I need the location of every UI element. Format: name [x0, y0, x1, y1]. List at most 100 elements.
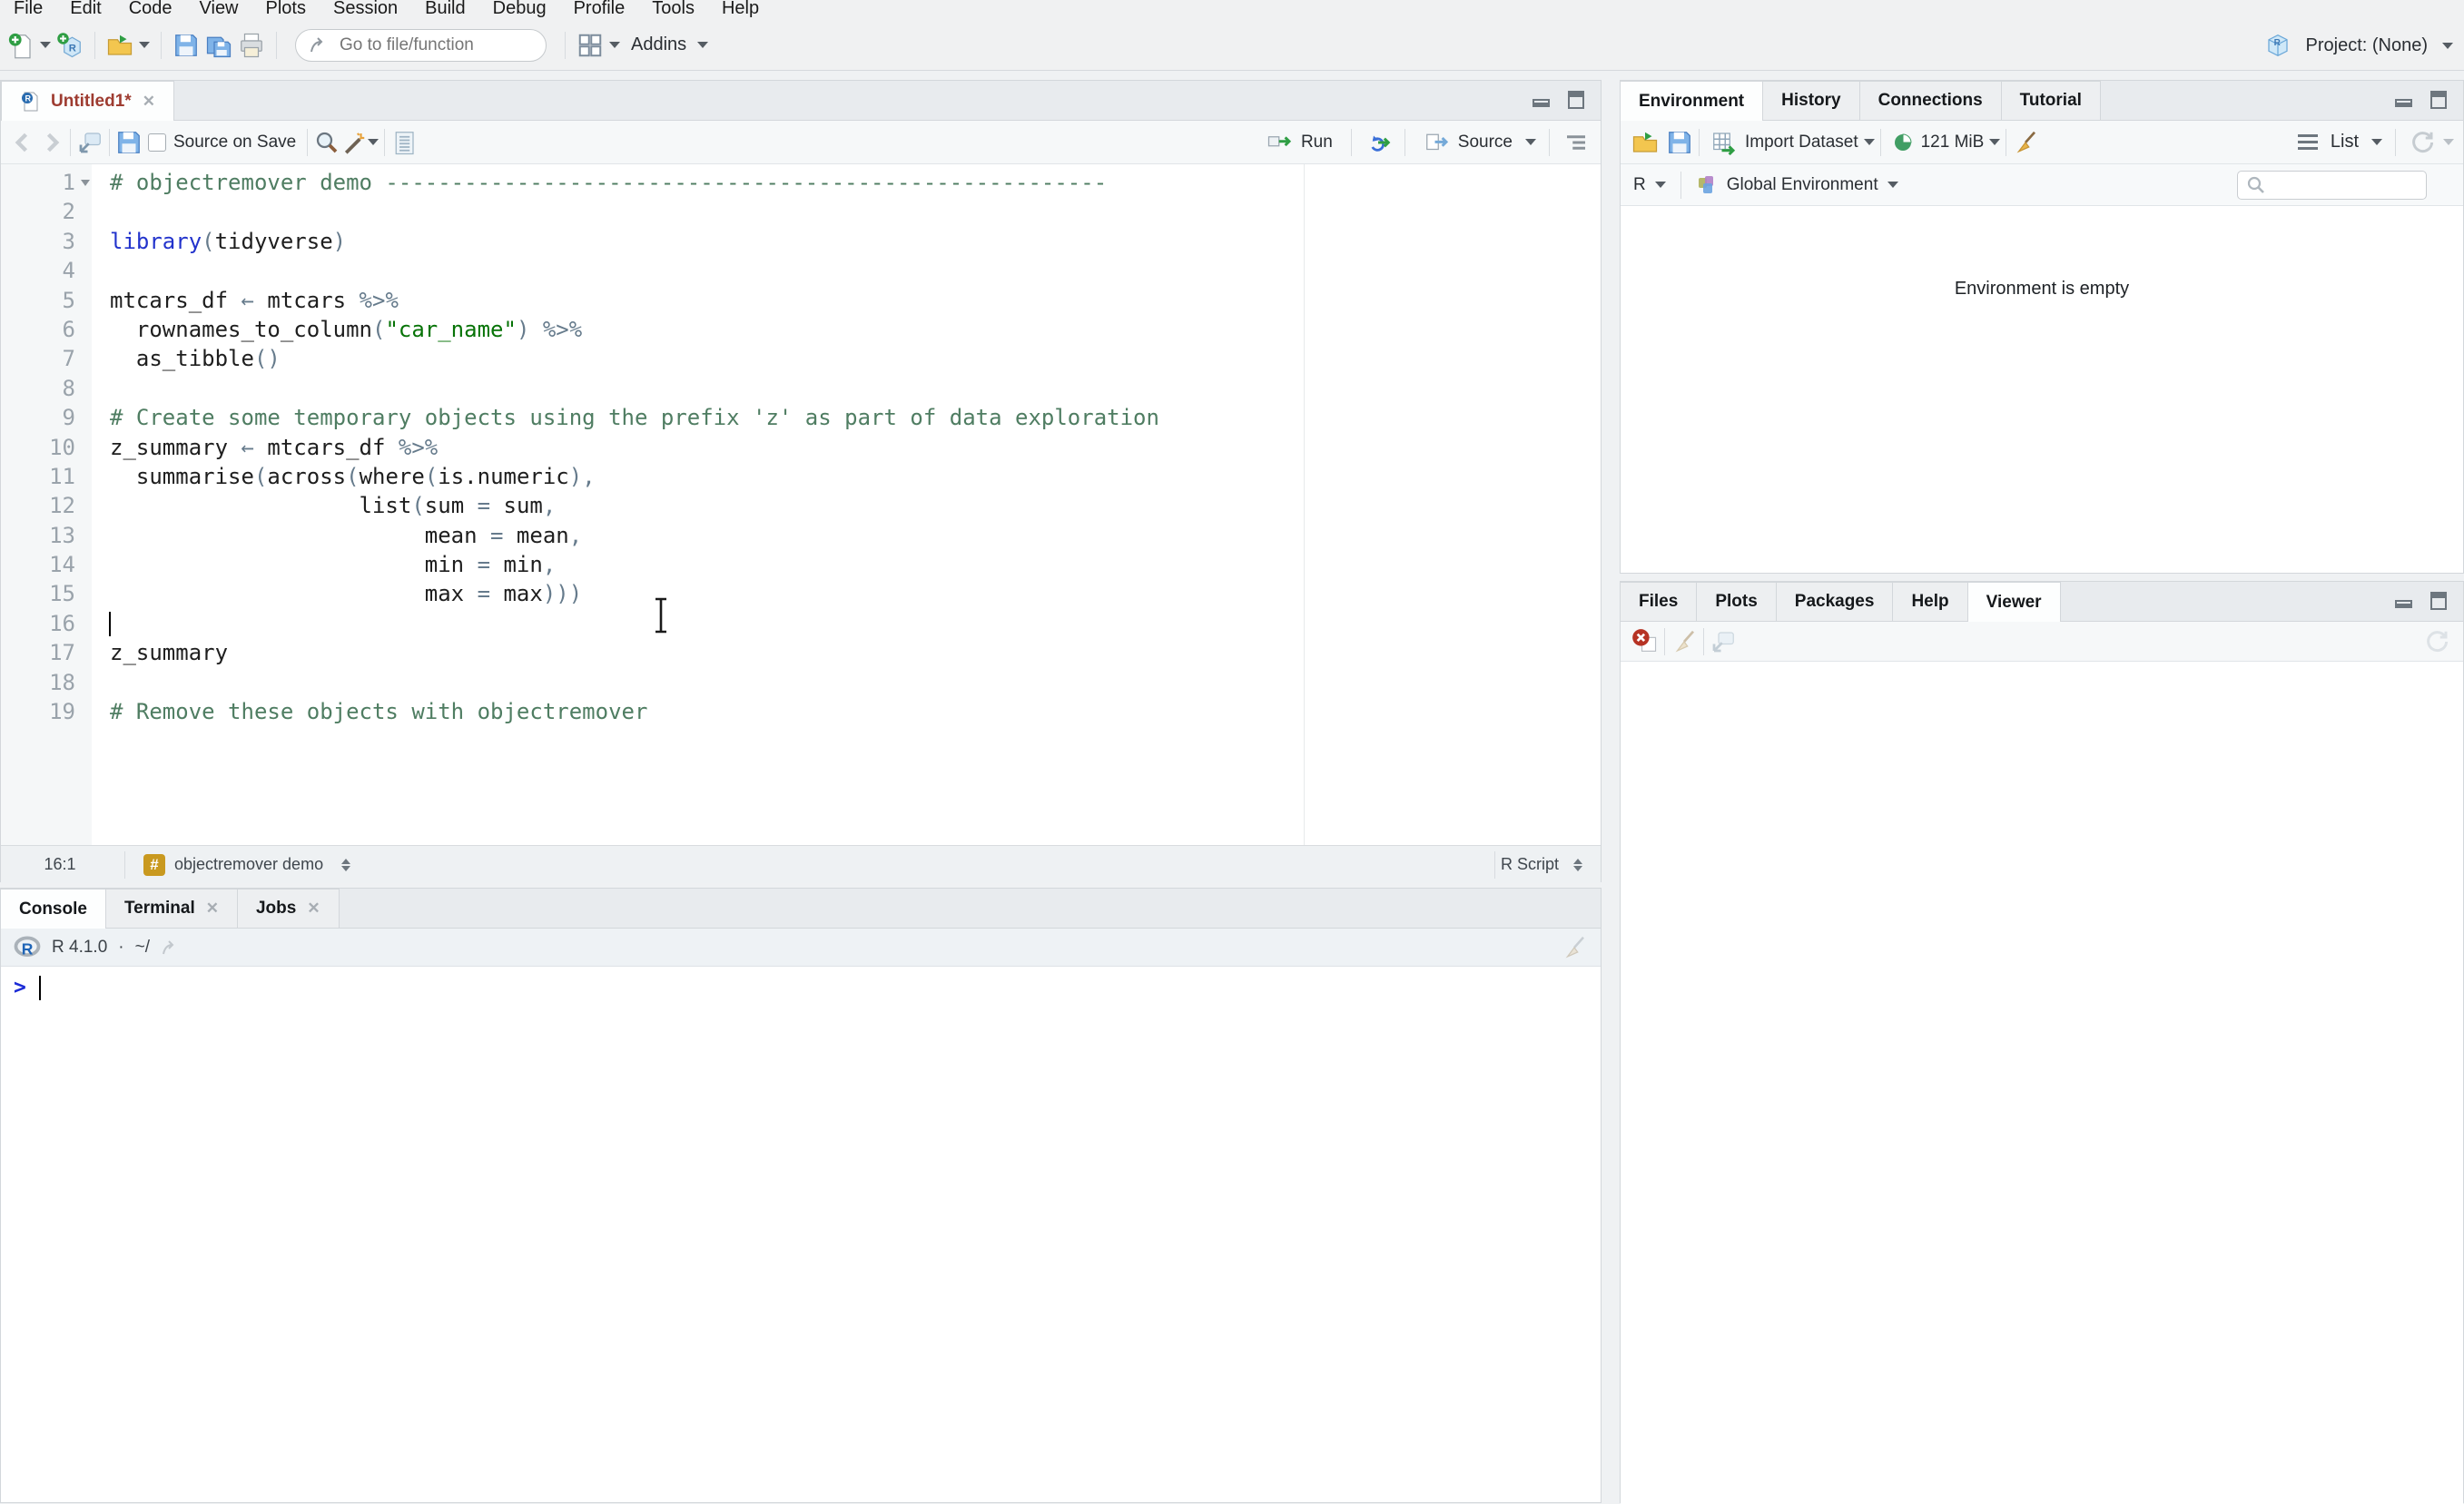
menu-item[interactable]: Profile — [560, 0, 639, 20]
source-on-save-toggle[interactable]: Source on Save — [143, 129, 301, 156]
source-on-save-checkbox[interactable] — [148, 133, 166, 152]
section-navigator[interactable]: # objectremover demo — [143, 854, 350, 876]
code-line[interactable]: 7 as_tibble() — [1, 344, 1601, 373]
code-line[interactable]: 4 — [1, 256, 1601, 285]
addins-dropdown[interactable] — [697, 42, 708, 48]
goto-file-input[interactable] — [340, 35, 521, 55]
files-tab[interactable]: Plots — [1696, 582, 1776, 621]
clear-viewer-button[interactable] — [1631, 628, 1659, 655]
load-workspace-button[interactable] — [1631, 129, 1659, 156]
environment-search-box[interactable] — [2237, 171, 2427, 200]
back-button[interactable] — [10, 129, 37, 156]
file-type-selector[interactable]: R Script — [1501, 855, 1582, 874]
menu-item[interactable]: File — [0, 0, 56, 20]
menu-item[interactable]: Edit — [56, 0, 114, 20]
new-file-button[interactable] — [7, 32, 34, 59]
document-outline-button[interactable] — [1562, 129, 1590, 156]
save-button[interactable] — [172, 32, 200, 59]
menu-item[interactable]: Tools — [638, 0, 708, 20]
environment-tab[interactable]: History — [1762, 81, 1859, 120]
tab-close-icon[interactable]: ✕ — [143, 93, 155, 111]
environment-tab[interactable]: Tutorial — [2001, 81, 2101, 120]
files-tab[interactable]: Help — [1892, 582, 1967, 621]
code-line[interactable]: 2 — [1, 197, 1601, 226]
list-view-label[interactable]: List — [2331, 132, 2359, 152]
code-line[interactable]: 17z_summary — [1, 638, 1601, 667]
tab-untitled1[interactable]: R Untitled1* ✕ — [1, 81, 174, 121]
viewer-popout-button[interactable] — [1710, 628, 1737, 655]
maximize-icon[interactable] — [1564, 90, 1588, 110]
run-button[interactable]: Run — [1261, 125, 1338, 160]
language-selector[interactable]: R — [1633, 175, 1646, 195]
files-tab[interactable]: Files — [1620, 582, 1697, 621]
refresh-dropdown[interactable] — [2443, 139, 2454, 145]
tab-close-icon[interactable]: ✕ — [307, 899, 320, 918]
menu-item[interactable]: Session — [320, 0, 411, 20]
project-menu[interactable]: R Project: (None) — [2264, 20, 2454, 71]
code-line[interactable]: 8 — [1, 374, 1601, 403]
files-tab[interactable]: Packages — [1776, 582, 1894, 621]
code-line[interactable]: 18 — [1, 668, 1601, 697]
import-dataset-dropdown[interactable] — [1864, 139, 1875, 145]
print-button[interactable] — [238, 32, 265, 59]
code-line[interactable]: 9# Create some temporary objects using t… — [1, 403, 1601, 432]
refresh-viewer-button[interactable] — [2423, 628, 2450, 655]
source-button[interactable]: Source — [1418, 125, 1518, 160]
popout-button[interactable] — [76, 129, 103, 156]
rerun-button[interactable] — [1365, 129, 1392, 156]
environment-tab[interactable]: Environment — [1620, 81, 1763, 121]
list-view-dropdown[interactable] — [2371, 139, 2382, 145]
import-dataset-button[interactable]: Import Dataset — [1705, 125, 1864, 160]
files-tab[interactable]: Viewer — [1967, 582, 2061, 622]
memory-usage-button[interactable]: 121 MiB — [1887, 128, 1990, 157]
minimize-icon[interactable] — [2392, 591, 2416, 611]
environment-search-input[interactable] — [2272, 176, 2409, 195]
pane-layout-button[interactable] — [577, 32, 604, 59]
fold-arrow-icon[interactable] — [81, 180, 90, 186]
clear-console-button[interactable] — [1561, 934, 1588, 961]
code-line[interactable]: 6 rownames_to_column("car_name") %>% — [1, 315, 1601, 344]
forward-button[interactable] — [37, 129, 64, 156]
code-line[interactable]: 10z_summary ← mtcars_df %>% — [1, 433, 1601, 462]
environment-selector[interactable]: Global Environment — [1727, 175, 1878, 195]
source-dropdown[interactable] — [1525, 139, 1536, 145]
console-tab[interactable]: Terminal ✕ — [105, 889, 238, 928]
menu-item[interactable]: Debug — [479, 0, 560, 20]
tab-close-icon[interactable]: ✕ — [206, 899, 219, 918]
minimize-icon[interactable] — [1530, 90, 1553, 110]
code-editor[interactable]: 1# objectremover demo ------------------… — [1, 164, 1601, 845]
minimize-icon[interactable] — [2392, 90, 2416, 110]
console-tab[interactable]: Console — [0, 889, 106, 929]
environment-tab[interactable]: Connections — [1859, 81, 2002, 120]
pane-layout-dropdown[interactable] — [609, 42, 620, 48]
working-directory[interactable]: ~/ — [135, 938, 150, 958]
addins-label[interactable]: Addins — [631, 34, 686, 55]
code-line[interactable]: 16 — [1, 609, 1601, 638]
code-line[interactable]: 11 summarise(across(where(is.numeric), — [1, 462, 1601, 491]
save-source-button[interactable] — [115, 129, 143, 156]
menu-item[interactable]: Plots — [252, 0, 320, 20]
maximize-icon[interactable] — [2427, 90, 2450, 110]
console-tab[interactable]: Jobs ✕ — [237, 889, 340, 928]
menu-item[interactable]: Help — [708, 0, 773, 20]
new-file-dropdown[interactable] — [40, 42, 51, 48]
open-file-button[interactable] — [106, 32, 133, 59]
code-line[interactable]: 5mtcars_df ← mtcars %>% — [1, 286, 1601, 315]
new-project-button[interactable]: R — [56, 32, 84, 59]
goto-file-box[interactable] — [295, 29, 547, 62]
code-line[interactable]: 12 list(sum = sum, — [1, 491, 1601, 520]
menu-item[interactable]: Code — [115, 0, 186, 20]
language-dropdown[interactable] — [1655, 182, 1666, 188]
code-line[interactable]: 1# objectremover demo ------------------… — [1, 168, 1601, 197]
menu-item[interactable]: Build — [411, 0, 478, 20]
clear-environment-button[interactable] — [2012, 129, 2039, 156]
refresh-environment-button[interactable] — [2409, 129, 2436, 156]
open-recent-dropdown[interactable] — [139, 42, 150, 48]
save-workspace-button[interactable] — [1666, 129, 1693, 156]
open-directory-icon[interactable] — [161, 937, 182, 958]
code-tools-dropdown[interactable] — [368, 139, 379, 145]
code-line[interactable]: 13 mean = mean, — [1, 521, 1601, 550]
environment-selector-dropdown[interactable] — [1887, 182, 1898, 188]
clean-viewer-button[interactable] — [1671, 628, 1698, 655]
code-tools-button[interactable] — [340, 129, 368, 156]
